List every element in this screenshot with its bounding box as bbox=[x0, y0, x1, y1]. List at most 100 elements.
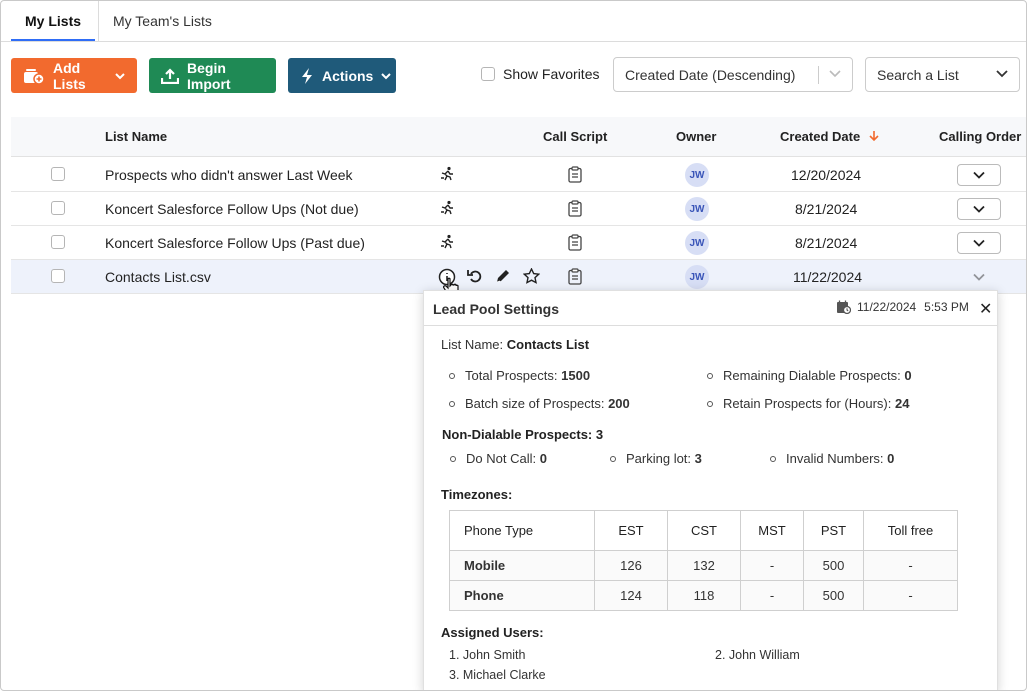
begin-import-label: Begin Import bbox=[187, 59, 231, 92]
tz-cell: - bbox=[740, 580, 804, 611]
tz-cell: 118 bbox=[667, 580, 741, 611]
list-name[interactable]: Contacts List.csv bbox=[105, 269, 211, 285]
invalid-numbers-value: 0 bbox=[887, 451, 895, 466]
tab-my-lists[interactable]: My Lists bbox=[11, 1, 96, 41]
tz-row-label: Phone bbox=[449, 580, 595, 611]
avatar: JW bbox=[685, 231, 709, 255]
timezones-row: Phone 124 118 - 500 - bbox=[449, 580, 958, 611]
table-row[interactable]: Koncert Salesforce Follow Ups (Not due) … bbox=[11, 192, 1026, 226]
list-name-line: List Name: Contacts List bbox=[441, 337, 589, 352]
tz-header-cell: MST bbox=[740, 510, 804, 551]
popup-datetime: 11/22/2024 5:53 PM bbox=[836, 300, 969, 314]
header-created-date[interactable]: Created Date bbox=[780, 129, 860, 144]
list-name[interactable]: Prospects who didn't answer Last Week bbox=[105, 167, 353, 183]
show-favorites-checkbox[interactable] bbox=[481, 67, 495, 81]
created-date: 12/20/2024 bbox=[791, 167, 862, 183]
tz-header-cell: EST bbox=[594, 510, 668, 551]
select-separator bbox=[818, 66, 819, 84]
tz-header-cell: Phone Type bbox=[449, 510, 595, 551]
created-date: 8/21/2024 bbox=[795, 201, 858, 217]
pencil-icon[interactable] bbox=[495, 268, 511, 284]
app-frame: My Lists My Team's Lists Add Lists Begin… bbox=[0, 0, 1027, 691]
header-calling-order[interactable]: Calling Order bbox=[939, 129, 1021, 144]
runner-icon[interactable] bbox=[439, 166, 455, 182]
sort-arrow-down-icon[interactable] bbox=[869, 130, 879, 142]
lightning-icon bbox=[302, 67, 312, 84]
actions-button[interactable]: Actions bbox=[288, 58, 396, 93]
runner-icon[interactable] bbox=[439, 234, 455, 250]
clipboard-icon[interactable] bbox=[568, 234, 582, 251]
tz-header-cell: CST bbox=[667, 510, 741, 551]
batch-size-label: Batch size of Prospects: bbox=[465, 396, 605, 411]
do-not-call-label: Do Not Call: bbox=[466, 451, 537, 466]
popup-title: Lead Pool Settings bbox=[433, 301, 560, 317]
add-lists-button[interactable]: Add Lists bbox=[11, 58, 137, 93]
tz-cell: 126 bbox=[594, 550, 668, 581]
search-list-select[interactable]: Search a List bbox=[865, 57, 1020, 92]
header-list-name[interactable]: List Name bbox=[105, 129, 167, 144]
tz-row-label: Mobile bbox=[449, 550, 595, 581]
tz-cell: 500 bbox=[803, 550, 864, 581]
tz-cell: 132 bbox=[667, 550, 741, 581]
invalid-numbers: Invalid Numbers: 0 bbox=[770, 451, 894, 466]
clipboard-icon[interactable] bbox=[568, 200, 582, 217]
upload-icon bbox=[161, 67, 179, 84]
show-favorites-toggle[interactable]: Show Favorites bbox=[481, 66, 599, 82]
remaining-prospects-label: Remaining Dialable Prospects: bbox=[723, 368, 901, 383]
avatar: JW bbox=[685, 265, 709, 289]
actions-label: Actions bbox=[322, 67, 374, 84]
begin-import-button[interactable]: Begin Import bbox=[149, 58, 276, 93]
add-lists-label: Add Lists bbox=[53, 59, 86, 92]
assigned-users-heading: Assigned Users: bbox=[441, 625, 544, 640]
assigned-user: 3. Michael Clarke bbox=[449, 668, 546, 682]
calling-order-select[interactable] bbox=[957, 164, 1001, 186]
close-icon[interactable]: ✕ bbox=[979, 299, 992, 319]
tab-my-teams-lists[interactable]: My Team's Lists bbox=[99, 1, 226, 41]
non-dialable-label: Non-Dialable Prospects: bbox=[442, 427, 593, 442]
parking-lot-value: 3 bbox=[694, 451, 702, 466]
assigned-user: 2. John William bbox=[715, 648, 800, 662]
calling-order-select[interactable] bbox=[957, 266, 1001, 288]
show-favorites-label: Show Favorites bbox=[503, 66, 600, 82]
tz-cell: - bbox=[863, 550, 958, 581]
do-not-call: Do Not Call: 0 bbox=[450, 451, 547, 466]
sort-select-value: Created Date (Descending) bbox=[625, 66, 796, 83]
avatar: JW bbox=[685, 163, 709, 187]
undo-icon[interactable] bbox=[467, 268, 483, 284]
tz-header-cell: PST bbox=[803, 510, 864, 551]
row-checkbox[interactable] bbox=[51, 269, 65, 283]
popup-header: Lead Pool Settings 11/22/2024 5:53 PM ✕ bbox=[424, 291, 997, 326]
non-dialable-heading: Non-Dialable Prospects: 3 bbox=[442, 427, 603, 442]
chevron-down-icon bbox=[381, 72, 392, 79]
clipboard-icon[interactable] bbox=[568, 166, 582, 183]
row-checkbox[interactable] bbox=[51, 235, 65, 249]
clipboard-icon[interactable] bbox=[568, 268, 582, 285]
header-call-script[interactable]: Call Script bbox=[543, 129, 607, 144]
calling-order-select[interactable] bbox=[957, 198, 1001, 220]
parking-lot: Parking lot: 3 bbox=[610, 451, 702, 466]
assigned-user: 1. John Smith bbox=[449, 648, 526, 662]
table-row[interactable]: Contacts List.csv JW 11/22/2024 bbox=[11, 260, 1026, 296]
tz-cell: 124 bbox=[594, 580, 668, 611]
timezones-header-row: Phone Type EST CST MST PST Toll free bbox=[449, 510, 958, 551]
runner-icon[interactable] bbox=[439, 200, 455, 216]
do-not-call-value: 0 bbox=[539, 451, 547, 466]
calling-order-select[interactable] bbox=[957, 232, 1001, 254]
list-name[interactable]: Koncert Salesforce Follow Ups (Not due) bbox=[105, 201, 359, 217]
chevron-down-icon bbox=[115, 72, 125, 79]
sort-select[interactable]: Created Date (Descending) bbox=[613, 57, 853, 92]
header-owner[interactable]: Owner bbox=[676, 129, 716, 144]
row-checkbox[interactable] bbox=[51, 167, 65, 181]
table-row[interactable]: Prospects who didn't answer Last Week JW… bbox=[11, 158, 1026, 192]
chevron-down-icon bbox=[973, 239, 985, 247]
batch-size: Batch size of Prospects: 200 bbox=[449, 396, 630, 411]
remaining-prospects: Remaining Dialable Prospects: 0 bbox=[707, 368, 912, 383]
list-name[interactable]: Koncert Salesforce Follow Ups (Past due) bbox=[105, 235, 365, 251]
table-row[interactable]: Koncert Salesforce Follow Ups (Past due)… bbox=[11, 226, 1026, 260]
retain-hours-label: Retain Prospects for (Hours): bbox=[723, 396, 892, 411]
chevron-down-icon bbox=[829, 70, 841, 78]
table-header: List Name Call Script Owner Created Date… bbox=[11, 117, 1026, 157]
timezones-table: Phone Type EST CST MST PST Toll free Mob… bbox=[449, 510, 958, 611]
star-icon[interactable] bbox=[523, 268, 540, 284]
row-checkbox[interactable] bbox=[51, 201, 65, 215]
